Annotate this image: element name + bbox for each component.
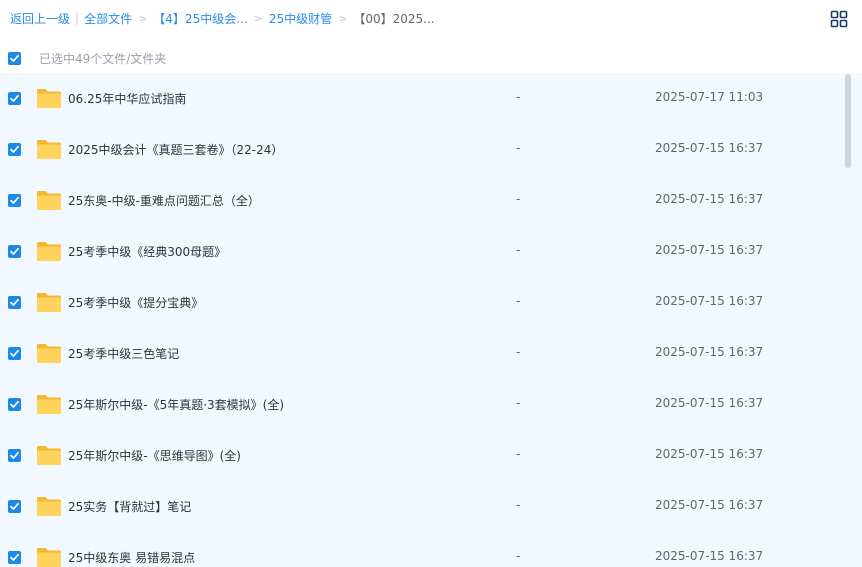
folder-icon xyxy=(37,191,61,210)
file-date: 2025-07-15 16:37 xyxy=(655,447,764,461)
scrollbar-thumb[interactable] xyxy=(845,74,851,168)
selection-bar: 已选中49个文件/文件夹 xyxy=(0,44,862,72)
row-checkbox[interactable] xyxy=(8,194,21,207)
file-size: - xyxy=(516,141,521,155)
chevron-right-icon: > xyxy=(338,11,348,25)
row-checkbox[interactable] xyxy=(8,245,21,258)
folder-icon xyxy=(37,446,61,465)
checkmark-icon xyxy=(10,451,19,459)
file-date: 2025-07-15 16:37 xyxy=(655,243,764,257)
file-name[interactable]: 25实务【背就过】笔记 xyxy=(68,498,191,515)
file-row[interactable]: 25年斯尔中级-《5年真题·3套模拟》(全) - 2025-07-15 16:3… xyxy=(0,379,842,430)
folder-icon xyxy=(37,140,61,159)
file-date: 2025-07-17 11:03 xyxy=(655,90,764,104)
folder-icon xyxy=(37,293,61,312)
all-files-link[interactable]: 全部文件 xyxy=(84,10,132,27)
folder-icon xyxy=(37,344,61,363)
breadcrumb-divider: | xyxy=(75,11,80,25)
row-checkbox[interactable] xyxy=(8,500,21,513)
checkmark-icon xyxy=(10,196,19,204)
file-name[interactable]: 25考季中级三色笔记 xyxy=(68,345,179,362)
row-checkbox[interactable] xyxy=(8,449,21,462)
file-date: 2025-07-15 16:37 xyxy=(655,294,764,308)
folder-icon xyxy=(37,89,61,108)
file-date: 2025-07-15 16:37 xyxy=(655,549,764,563)
checkmark-icon xyxy=(10,502,19,510)
row-checkbox[interactable] xyxy=(8,296,21,309)
file-name[interactable]: 25考季中级《经典300母题》 xyxy=(68,243,226,260)
file-date: 2025-07-15 16:37 xyxy=(655,345,764,359)
row-checkbox[interactable] xyxy=(8,551,21,564)
checkmark-icon xyxy=(10,298,19,306)
file-name[interactable]: 25考季中级《提分宝典》 xyxy=(68,294,203,311)
file-size: - xyxy=(516,447,521,461)
file-size: - xyxy=(516,243,521,257)
file-list: 06.25年中华应试指南 - 2025-07-17 11:03 2025中级会计… xyxy=(0,73,842,567)
file-name[interactable]: 25年斯尔中级-《思维导图》(全) xyxy=(68,447,241,464)
file-row[interactable]: 2025中级会计《真题三套卷》（22-24） - 2025-07-15 16:3… xyxy=(0,124,842,175)
breadcrumb-item[interactable]: 【4】25中级会... xyxy=(153,10,247,27)
file-name[interactable]: 25东奥-中级-重难点问题汇总（全） xyxy=(68,192,260,209)
checkmark-icon xyxy=(10,54,19,62)
file-name[interactable]: 25中级东奥 易错易混点 xyxy=(68,549,195,566)
file-row[interactable]: 25实务【背就过】笔记 - 2025-07-15 16:37 xyxy=(0,481,842,532)
row-checkbox[interactable] xyxy=(8,398,21,411)
file-row[interactable]: 25考季中级《提分宝典》 - 2025-07-15 16:37 xyxy=(0,277,842,328)
file-size: - xyxy=(516,90,521,104)
file-name[interactable]: 25年斯尔中级-《5年真题·3套模拟》(全) xyxy=(68,396,284,413)
file-size: - xyxy=(516,549,521,563)
file-size: - xyxy=(516,345,521,359)
file-row[interactable]: 25东奥-中级-重难点问题汇总（全） - 2025-07-15 16:37 xyxy=(0,175,842,226)
checkmark-icon xyxy=(10,349,19,357)
file-size: - xyxy=(516,498,521,512)
row-checkbox[interactable] xyxy=(8,92,21,105)
row-checkbox[interactable] xyxy=(8,143,21,156)
file-name[interactable]: 06.25年中华应试指南 xyxy=(68,90,186,107)
file-date: 2025-07-15 16:37 xyxy=(655,498,764,512)
file-date: 2025-07-15 16:37 xyxy=(655,396,764,410)
breadcrumb: 返回上一级 | 全部文件 > 【4】25中级会... > 25中级财管 > 【0… xyxy=(10,8,435,28)
file-size: - xyxy=(516,192,521,206)
checkmark-icon xyxy=(10,400,19,408)
file-size: - xyxy=(516,396,521,410)
file-row[interactable]: 25中级东奥 易错易混点 - 2025-07-15 16:37 xyxy=(0,532,842,567)
folder-icon xyxy=(37,548,61,567)
file-row[interactable]: 25年斯尔中级-《思维导图》(全) - 2025-07-15 16:37 xyxy=(0,430,842,481)
checkmark-icon xyxy=(10,553,19,561)
breadcrumb-current: 【00】2025... xyxy=(353,11,435,26)
folder-icon xyxy=(37,497,61,516)
selection-count: 已选中49个文件/文件夹 xyxy=(39,51,167,66)
select-all-checkbox[interactable] xyxy=(8,51,21,65)
file-name[interactable]: 2025中级会计《真题三套卷》（22-24） xyxy=(68,141,283,158)
file-row[interactable]: 06.25年中华应试指南 - 2025-07-17 11:03 xyxy=(0,73,842,124)
row-checkbox[interactable] xyxy=(8,347,21,360)
chevron-right-icon: > xyxy=(253,11,263,25)
folder-icon xyxy=(37,395,61,414)
checkmark-icon xyxy=(10,94,19,102)
breadcrumb-item[interactable]: 25中级财管 xyxy=(269,10,332,27)
file-size: - xyxy=(516,294,521,308)
grid-view-icon[interactable] xyxy=(830,10,848,28)
checkmark-icon xyxy=(10,247,19,255)
file-date: 2025-07-15 16:37 xyxy=(655,192,764,206)
folder-icon xyxy=(37,242,61,261)
file-row[interactable]: 25考季中级《经典300母题》 - 2025-07-15 16:37 xyxy=(0,226,842,277)
checkmark-icon xyxy=(10,145,19,153)
chevron-right-icon: > xyxy=(138,11,148,25)
file-date: 2025-07-15 16:37 xyxy=(655,141,764,155)
file-row[interactable]: 25考季中级三色笔记 - 2025-07-15 16:37 xyxy=(0,328,842,379)
back-link[interactable]: 返回上一级 xyxy=(10,10,70,27)
